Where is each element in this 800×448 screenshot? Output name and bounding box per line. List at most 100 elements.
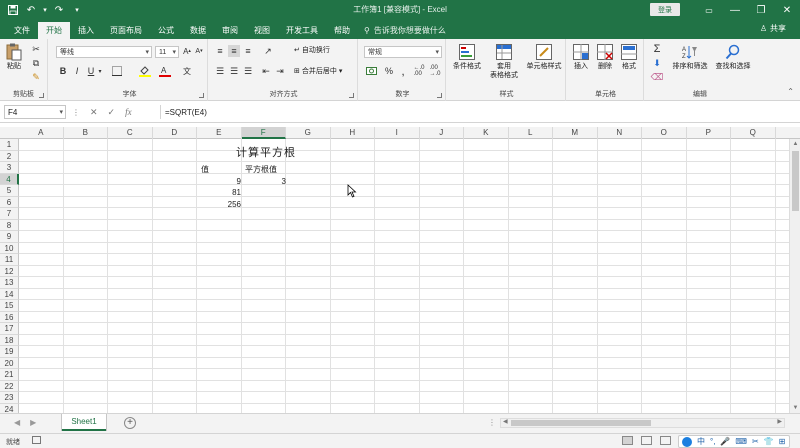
- login-button[interactable]: 登录: [650, 3, 680, 16]
- format-cells-button[interactable]: 格式: [618, 42, 640, 71]
- save-icon[interactable]: [6, 3, 20, 17]
- tab-developer[interactable]: 开发工具: [278, 22, 326, 39]
- comma-style-icon[interactable]: ,: [398, 64, 408, 78]
- tab-formulas[interactable]: 公式: [150, 22, 182, 39]
- macro-record-icon[interactable]: [32, 436, 41, 444]
- row-header-16[interactable]: 16: [0, 311, 19, 323]
- tab-file[interactable]: 文件: [6, 22, 38, 39]
- underline-dropdown-icon[interactable]: ▾: [96, 65, 104, 77]
- underline-button[interactable]: U: [86, 65, 96, 77]
- delete-cells-button[interactable]: 删除: [594, 42, 616, 71]
- ime-grid-icon[interactable]: ⊞: [779, 437, 786, 446]
- row-header-15[interactable]: 15: [0, 300, 19, 312]
- minimize-button[interactable]: —: [722, 0, 748, 20]
- row-header-9[interactable]: 9: [0, 231, 19, 243]
- page-break-view-icon[interactable]: [660, 436, 671, 445]
- merge-center-button[interactable]: ⊞ 合并后居中 ▾: [294, 66, 342, 76]
- row-header-7[interactable]: 7: [0, 208, 19, 220]
- ime-punct-icon[interactable]: °,: [710, 437, 715, 446]
- cell-f4[interactable]: 3: [244, 176, 286, 187]
- column-header-l[interactable]: L: [509, 127, 553, 139]
- cell-e3[interactable]: 值: [201, 164, 209, 175]
- vertical-scroll-thumb[interactable]: [792, 151, 799, 211]
- tab-view[interactable]: 视图: [246, 22, 278, 39]
- share-button[interactable]: ♙ 共享: [760, 23, 786, 34]
- customize-qat-icon[interactable]: ▾: [70, 3, 84, 17]
- column-header-h[interactable]: H: [331, 127, 375, 139]
- normal-view-icon[interactable]: [622, 436, 633, 445]
- align-left-icon[interactable]: ☰: [214, 65, 226, 77]
- cell-title[interactable]: 计算平方根: [236, 145, 296, 161]
- add-sheet-button[interactable]: +: [124, 417, 136, 429]
- column-header-n[interactable]: N: [598, 127, 642, 139]
- row-header-14[interactable]: 14: [0, 288, 19, 300]
- align-top-icon[interactable]: ≡: [214, 45, 226, 57]
- column-header-g[interactable]: G: [286, 127, 331, 139]
- row-header-11[interactable]: 11: [0, 254, 19, 266]
- row-header-3[interactable]: 3: [0, 162, 19, 174]
- cell-styles-button[interactable]: 单元格样式: [524, 42, 564, 71]
- next-sheet-icon[interactable]: ▶: [30, 418, 36, 427]
- ribbon-display-icon[interactable]: ▭: [696, 0, 722, 20]
- cancel-formula-icon[interactable]: ✕: [90, 107, 98, 118]
- ime-toolbar[interactable]: 中 °, 🎤 ⌨ ✂ 👕 ⊞: [678, 435, 790, 448]
- grow-font-icon[interactable]: A ▴: [182, 45, 192, 57]
- number-launcher-icon[interactable]: [437, 93, 442, 98]
- autosum-icon[interactable]: Σ: [650, 43, 664, 55]
- column-header-f[interactable]: F: [241, 127, 286, 139]
- prev-sheet-icon[interactable]: ◀: [14, 418, 20, 427]
- bold-button[interactable]: B: [58, 65, 68, 77]
- row-header-5[interactable]: 5: [0, 185, 19, 197]
- increase-decimal-icon[interactable]: ←.0.00: [412, 65, 426, 77]
- increase-indent-icon[interactable]: ⇥: [274, 65, 286, 77]
- scroll-right-icon[interactable]: ▶: [777, 418, 782, 425]
- number-format-combo[interactable]: 常规: [364, 46, 442, 58]
- format-as-table-button[interactable]: 套用 表格格式: [486, 42, 522, 80]
- decrease-decimal-icon[interactable]: .00 →.0: [428, 65, 442, 77]
- horizontal-scrollbar[interactable]: ◀ ▶: [500, 418, 785, 428]
- column-header-b[interactable]: B: [64, 127, 108, 139]
- insert-function-icon[interactable]: fx: [125, 107, 132, 117]
- cell-e4[interactable]: 9: [199, 176, 241, 187]
- scroll-left-icon[interactable]: ◀: [503, 418, 508, 425]
- row-header-20[interactable]: 20: [0, 357, 19, 369]
- clipboard-launcher-icon[interactable]: [39, 93, 44, 98]
- row-header-2[interactable]: 2: [0, 150, 19, 162]
- align-right-icon[interactable]: ☰: [242, 65, 254, 77]
- italic-button[interactable]: I: [72, 65, 82, 77]
- shrink-font-icon[interactable]: A ▾: [194, 45, 204, 57]
- ime-mic-icon[interactable]: 🎤: [720, 437, 730, 446]
- tab-review[interactable]: 审阅: [214, 22, 246, 39]
- cut-icon[interactable]: ✂: [30, 43, 42, 55]
- undo-icon[interactable]: ↶: [24, 3, 38, 17]
- tab-split-handle[interactable]: ⋮: [488, 418, 496, 427]
- fill-color-icon[interactable]: [138, 65, 152, 77]
- format-painter-icon[interactable]: ✎: [30, 71, 42, 83]
- worksheet-grid[interactable]: ABCDEFGHIJKLMNOPQ 1 2 3 4 5 6 7 8 9 10 11 12 13 14 15 1…: [0, 127, 800, 413]
- scroll-down-icon[interactable]: ▼: [790, 403, 800, 413]
- row-header-19[interactable]: 19: [0, 346, 19, 358]
- undo-dropdown-icon[interactable]: ▾: [42, 3, 48, 17]
- decrease-indent-icon[interactable]: ⇤: [260, 65, 272, 77]
- enter-formula-icon[interactable]: ✓: [108, 107, 116, 118]
- column-header-m[interactable]: M: [553, 127, 598, 139]
- row-header-10[interactable]: 10: [0, 242, 19, 254]
- formula-options-icon[interactable]: ⋮: [72, 108, 80, 117]
- row-header-24[interactable]: 24: [0, 403, 19, 413]
- row-header-23[interactable]: 23: [0, 392, 19, 404]
- row-header-22[interactable]: 22: [0, 380, 19, 392]
- close-button[interactable]: ✕: [774, 0, 800, 20]
- conditional-format-button[interactable]: 条件格式: [450, 42, 484, 71]
- row-header-12[interactable]: 12: [0, 265, 19, 277]
- sort-filter-button[interactable]: AZ 排序和筛选: [668, 42, 712, 71]
- vertical-scrollbar[interactable]: ▲ ▼: [789, 139, 800, 413]
- column-header-k[interactable]: K: [464, 127, 509, 139]
- column-header-o[interactable]: O: [642, 127, 687, 139]
- ime-keyboard-icon[interactable]: ⌨: [735, 437, 747, 446]
- cell-f3[interactable]: 平方根值: [245, 164, 277, 175]
- tab-home[interactable]: 开始: [38, 22, 70, 39]
- insert-cells-button[interactable]: 插入: [570, 42, 592, 71]
- name-box[interactable]: F4: [4, 105, 66, 119]
- column-header-e[interactable]: E: [197, 127, 242, 139]
- row-header-8[interactable]: 8: [0, 219, 19, 231]
